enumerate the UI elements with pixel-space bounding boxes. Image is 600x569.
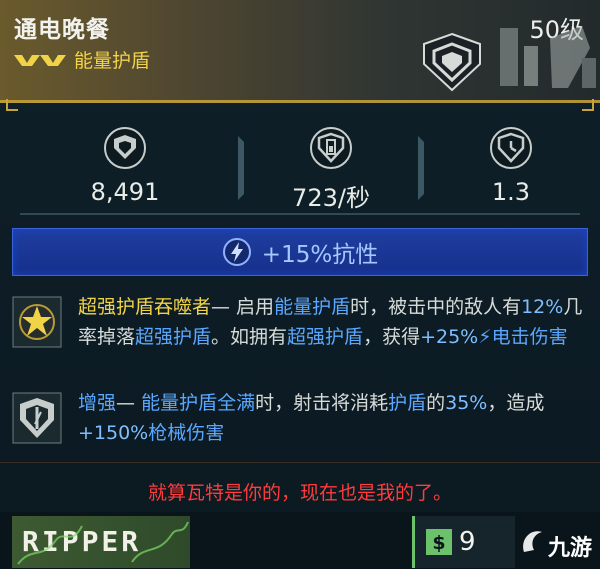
stats-row: 8,491 723/秒 1.3 bbox=[0, 118, 600, 218]
perk-text-2: 增强— 能量护盾全满时，射击将消耗护盾的35%，造成 +150%枪械伤害 bbox=[78, 388, 588, 448]
perk-text-segment: 时，射击将消耗 bbox=[255, 392, 389, 414]
shield-capacity-icon bbox=[104, 127, 146, 169]
vine-decoration-icon bbox=[17, 521, 189, 565]
header-corner-left bbox=[6, 99, 18, 111]
item-card: 通电晚餐 能量护盾 50级 8,491 723/秒 1.3 +15%抗性 超强护… bbox=[0, 0, 600, 569]
header-edge bbox=[0, 100, 600, 103]
manufacturer-logo: RIPPER bbox=[12, 516, 190, 568]
perk-text-segment: 能量护盾全满 bbox=[141, 392, 256, 414]
perk-text-segment: ⚡ bbox=[478, 326, 492, 348]
perk-text-segment: +25% bbox=[420, 326, 479, 348]
perk-super-shield-eater: 超强护盾吞噬者— 启用能量护盾时，被击中的敌人有12%几率掉落超强护盾。如拥有超… bbox=[12, 292, 588, 382]
perk-text-segment: 增强 bbox=[78, 392, 117, 414]
stat-capacity: 8,491 bbox=[20, 118, 230, 218]
price-box: $ 9 bbox=[412, 516, 515, 568]
item-name: 通电晚餐 bbox=[14, 17, 110, 43]
shield-recharge-delay-icon bbox=[490, 127, 532, 169]
perk-text-segment: 电击伤害 bbox=[491, 326, 568, 348]
stat-divider bbox=[418, 136, 424, 200]
svg-text:$: $ bbox=[432, 532, 445, 554]
perk-text-segment: 。如拥有 bbox=[211, 326, 288, 348]
stat-recharge-delay: 1.3 bbox=[426, 118, 596, 218]
lightning-icon bbox=[222, 238, 251, 266]
rarity-row: 能量护盾 bbox=[14, 46, 150, 73]
stat-recharge-rate-value: 723/秒 bbox=[292, 184, 370, 212]
perk-text-segment: — 启用 bbox=[211, 296, 275, 318]
stat-capacity-value: 8,491 bbox=[90, 178, 160, 206]
flavor-separator bbox=[0, 462, 600, 463]
perk-text-segment: 枪械伤害 bbox=[148, 422, 225, 444]
star-perk-icon bbox=[12, 296, 62, 348]
perk-text-segment: 超强护盾吞噬者 bbox=[78, 296, 212, 318]
resist-bar: +15%抗性 bbox=[12, 228, 588, 276]
perk-text-segment: ，造成 bbox=[487, 392, 545, 414]
shield-type-icon bbox=[423, 32, 481, 92]
perk-text-segment: +150% bbox=[78, 422, 149, 444]
perk-text-segment: ，获得 bbox=[363, 326, 421, 348]
item-type: 能量护盾 bbox=[74, 50, 151, 72]
perk-text-segment: 时，被击中的敌人有 bbox=[350, 296, 522, 318]
augment-perk-icon bbox=[12, 392, 62, 444]
perk-text-segment: 12% bbox=[521, 296, 564, 318]
flavor-text: 就算瓦特是你的，现在也是我的了。 bbox=[147, 482, 452, 504]
perk-text-segment: 超强护盾 bbox=[287, 326, 364, 348]
weapon-art-icon bbox=[500, 26, 596, 88]
perk-text-1: 超强护盾吞噬者— 启用能量护盾时，被击中的敌人有12%几率掉落超强护盾。如拥有超… bbox=[78, 292, 588, 352]
perk-text-segment: 能量护盾 bbox=[274, 296, 351, 318]
shield-recharge-rate-icon bbox=[310, 127, 352, 169]
header-corner-right bbox=[582, 99, 594, 111]
watermark-text: 九游 bbox=[548, 536, 593, 561]
perk-text-segment: 超强护盾 bbox=[135, 326, 212, 348]
perk-text-segment: 护盾 bbox=[388, 392, 427, 414]
dollar-icon: $ bbox=[426, 529, 452, 555]
resist-text: +15%抗性 bbox=[261, 242, 379, 268]
item-header: 通电晚餐 能量护盾 50级 bbox=[0, 0, 600, 111]
stats-underline bbox=[20, 213, 580, 215]
stat-recharge-delay-value: 1.3 bbox=[491, 178, 531, 206]
price-value: 9 bbox=[459, 527, 476, 557]
rarity-chevrons-icon bbox=[14, 54, 66, 66]
perk-augment: 增强— 能量护盾全满时，射击将消耗护盾的35%，造成 +150%枪械伤害 bbox=[12, 388, 588, 450]
stat-recharge-rate: 723/秒 bbox=[246, 118, 416, 218]
perk-text-segment: — bbox=[116, 392, 142, 414]
perk-text-segment: 35% bbox=[445, 392, 488, 414]
item-footer: RIPPER $ 9 bbox=[0, 512, 600, 569]
stat-divider bbox=[238, 136, 244, 200]
perk-text-segment: 的 bbox=[426, 392, 446, 414]
